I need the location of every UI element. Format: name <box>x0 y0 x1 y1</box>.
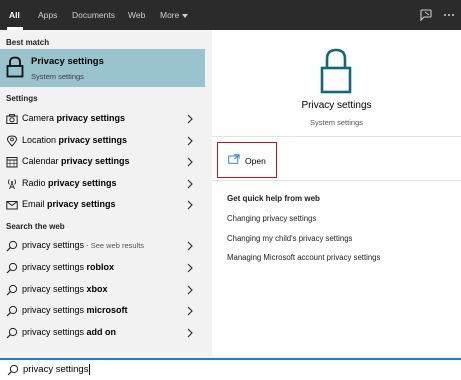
settings-item-location[interactable]: Location privacy settings <box>0 131 209 152</box>
chevron-right-icon[interactable] <box>186 136 194 146</box>
best-match-subtitle: System settings <box>31 72 84 81</box>
settings-item-label: Calendar privacy settings <box>22 156 130 166</box>
preview-pane: Privacy settings System settings Open Ge… <box>212 30 461 356</box>
feedback-icon[interactable] <box>418 7 434 23</box>
camera-icon <box>6 114 18 124</box>
settings-item-radio[interactable]: Radio privacy settings <box>0 174 209 195</box>
web-result-label: privacy settings - See web results <box>22 240 145 250</box>
section-search-web: Search the web <box>6 222 65 231</box>
best-match-title: Privacy settings <box>31 56 104 67</box>
chevron-right-icon[interactable] <box>186 114 194 124</box>
chevron-right-icon[interactable] <box>186 200 194 210</box>
search-icon <box>6 305 18 317</box>
divider <box>212 136 461 137</box>
more-options-icon[interactable] <box>441 7 457 23</box>
search-input[interactable]: privacy settings <box>23 364 91 376</box>
chevron-right-icon[interactable] <box>186 241 194 251</box>
section-best-match: Best match <box>6 38 50 47</box>
preview-subtitle: System settings <box>310 118 363 127</box>
help-link[interactable]: Managing Microsoft account privacy setti… <box>227 253 380 262</box>
tab-more-label: More <box>160 10 180 20</box>
web-result-label: privacy settings add on <box>22 327 117 337</box>
chevron-right-icon[interactable] <box>186 179 194 189</box>
web-result-hint: - See web results <box>84 241 145 250</box>
chevron-right-icon[interactable] <box>186 285 194 295</box>
settings-item-label: Location privacy settings <box>22 135 128 145</box>
results-pane: Best match Privacy settings System setti… <box>0 30 209 356</box>
web-result-item[interactable]: privacy settings microsoft <box>0 301 209 322</box>
search-icon <box>6 327 18 339</box>
help-section-title: Get quick help from web <box>227 194 320 203</box>
settings-item-camera[interactable]: Camera privacy settings <box>0 109 209 130</box>
tab-apps[interactable]: Apps <box>38 0 57 30</box>
lock-icon <box>320 48 352 94</box>
calendar-icon <box>6 157 18 168</box>
text-cursor <box>89 364 91 375</box>
web-result-item[interactable]: privacy settings add on <box>0 323 209 344</box>
email-icon <box>6 201 18 210</box>
tab-documents[interactable]: Documents <box>72 0 115 30</box>
location-icon <box>6 135 18 147</box>
search-box[interactable]: privacy settings <box>0 358 461 380</box>
chevron-right-icon[interactable] <box>186 306 194 316</box>
web-result-item[interactable]: privacy settings xbox <box>0 280 209 301</box>
chevron-right-icon[interactable] <box>186 328 194 338</box>
divider <box>212 180 461 181</box>
web-result-item[interactable]: privacy settings - See web results <box>0 236 209 257</box>
tab-web[interactable]: Web <box>128 0 145 30</box>
open-button[interactable]: Open <box>217 142 277 178</box>
tab-more[interactable]: More <box>160 0 189 30</box>
chevron-right-icon[interactable] <box>186 263 194 273</box>
help-link[interactable]: Changing my child's privacy settings <box>227 234 352 243</box>
search-icon <box>7 364 19 376</box>
lock-icon <box>6 56 24 78</box>
search-query: privacy settings <box>23 364 89 376</box>
settings-item-label: Email privacy settings <box>22 199 116 209</box>
search-icon <box>6 262 18 274</box>
preview-title: Privacy settings <box>301 100 372 111</box>
settings-item-email[interactable]: Email privacy settings <box>0 195 209 216</box>
settings-item-calendar[interactable]: Calendar privacy settings <box>0 152 209 173</box>
web-result-label: privacy settings microsoft <box>22 305 128 315</box>
search-icon <box>6 240 18 252</box>
best-match-item[interactable]: Privacy settings System settings <box>0 49 205 87</box>
chevron-down-icon <box>182 13 189 18</box>
radio-icon <box>8 179 16 190</box>
tab-all[interactable]: All <box>9 0 20 30</box>
open-icon <box>228 154 240 164</box>
settings-item-label: Camera privacy settings <box>22 113 126 123</box>
search-tab-bar: All Apps Documents Web More <box>0 0 461 30</box>
help-link[interactable]: Changing privacy settings <box>227 214 316 223</box>
settings-item-label: Radio privacy settings <box>22 178 117 188</box>
web-result-label: privacy settings roblox <box>22 262 115 272</box>
search-icon <box>6 284 18 296</box>
web-result-item[interactable]: privacy settings roblox <box>0 258 209 279</box>
open-button-label: Open <box>245 156 266 166</box>
chevron-right-icon[interactable] <box>186 157 194 167</box>
web-result-label: privacy settings xbox <box>22 284 108 294</box>
section-settings: Settings <box>6 94 38 103</box>
